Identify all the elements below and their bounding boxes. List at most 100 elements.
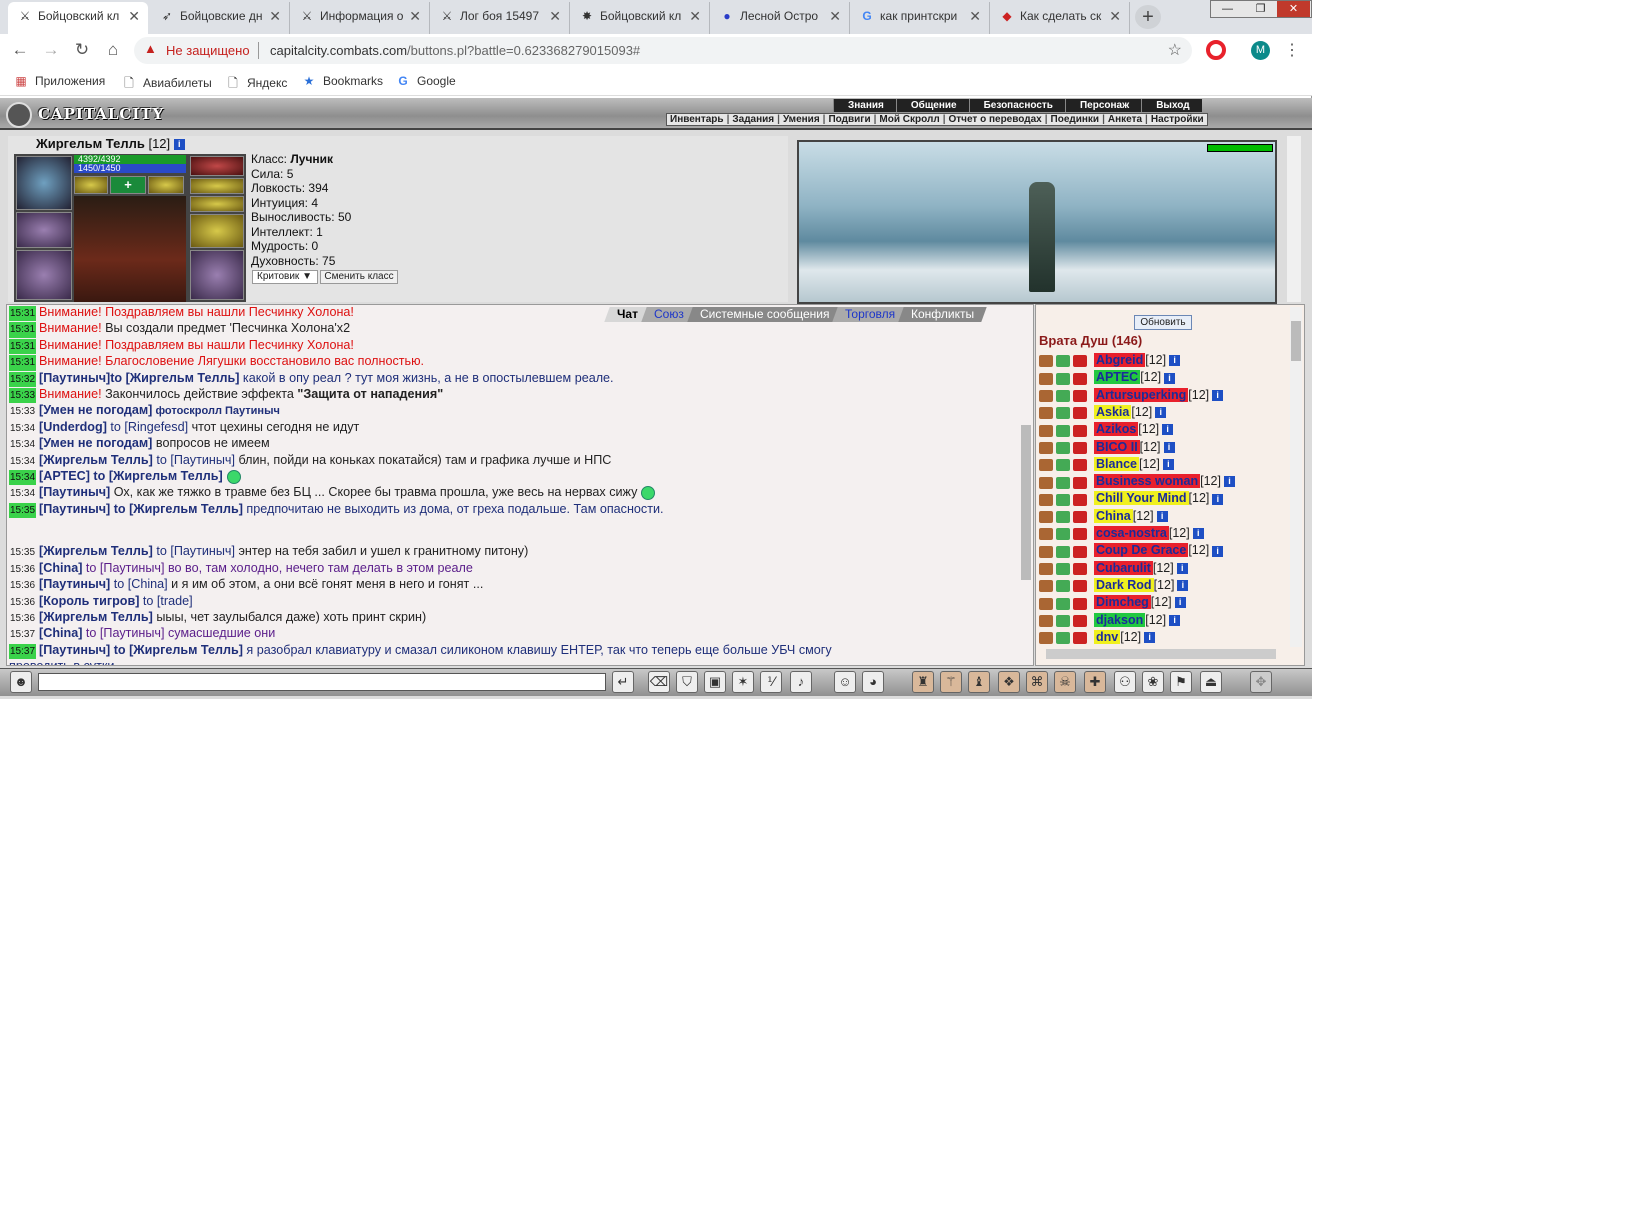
info-icon[interactable]: i xyxy=(1155,407,1167,419)
info-icon[interactable]: i xyxy=(1162,459,1174,470)
character-portrait[interactable] xyxy=(74,196,186,302)
timestamp[interactable]: 15:31 xyxy=(9,355,37,371)
tab-system[interactable]: Системные сообщения xyxy=(687,307,843,322)
reload-icon[interactable]: ↻ xyxy=(70,38,94,62)
submenu-item[interactable]: Умения xyxy=(780,114,823,125)
clan-icon[interactable] xyxy=(1073,614,1087,627)
clan-icon[interactable] xyxy=(1073,493,1087,506)
menu-item[interactable]: Безопасность xyxy=(968,99,1065,112)
horizontal-scrollbar[interactable] xyxy=(1046,649,1276,659)
info-icon[interactable]: i xyxy=(1212,545,1224,557)
sender-nick[interactable]: [Паутиныч] xyxy=(39,502,110,516)
online-scrollbar[interactable] xyxy=(1290,307,1302,647)
tab-6[interactable]: Gкак принтскри ✕ xyxy=(850,2,990,34)
player-name[interactable]: Dimcheg xyxy=(1094,595,1151,610)
clan-align-icon[interactable] xyxy=(1039,406,1094,420)
private-message-icon[interactable] xyxy=(1039,355,1053,368)
private-message-icon[interactable] xyxy=(1039,407,1053,420)
player-name[interactable]: Cubarulit xyxy=(1094,560,1153,575)
info-icon[interactable]: i xyxy=(1223,476,1235,488)
timestamp[interactable]: 15:31 xyxy=(9,306,37,322)
sender-nick[interactable]: [Умен не погодам] xyxy=(39,403,152,417)
char-name-text[interactable]: Жиргельм Телль xyxy=(36,136,145,151)
avatar[interactable]: M xyxy=(1251,41,1270,60)
recipient[interactable]: to [China] xyxy=(110,577,168,591)
info-icon[interactable]: i xyxy=(1212,389,1224,401)
info-icon[interactable]: i xyxy=(173,139,185,151)
bookmark-aviabilety[interactable]: 🗋 Авиабилеты xyxy=(122,74,212,95)
timestamp[interactable]: 15:31 xyxy=(9,322,37,338)
scroll-icon[interactable]: ⌘ xyxy=(1026,671,1048,693)
sender-nick[interactable]: [Король тигров] xyxy=(39,594,139,608)
player-name[interactable]: Azikos xyxy=(1094,422,1139,437)
chat-log[interactable]: 15:31 Внимание! Поздравляем вы нашли Песч… xyxy=(9,305,1015,665)
tab-2[interactable]: ⚔ Информация о ✕ xyxy=(290,2,430,34)
sender-nick[interactable]: [Жиргельм Телль] xyxy=(39,544,153,558)
scroll-thumb[interactable] xyxy=(1291,321,1301,361)
bookmark-bookmarks[interactable]: ★ Bookmarks xyxy=(302,74,383,88)
sender-nick[interactable]: [Жиргельм Телль] xyxy=(39,610,153,624)
clan-align-icon[interactable] xyxy=(1039,492,1094,506)
timestamp[interactable]: 15:34 xyxy=(9,454,36,469)
tab-conflicts[interactable]: Конфликты xyxy=(898,307,988,322)
glove-slot[interactable] xyxy=(16,212,72,248)
close-icon[interactable]: ✕ xyxy=(409,2,421,30)
clan-align-icon[interactable] xyxy=(1039,561,1094,575)
clan-icon[interactable] xyxy=(1073,563,1087,575)
info-icon[interactable]: i xyxy=(1177,580,1189,592)
player-name[interactable]: Coup De Grace xyxy=(1094,543,1189,558)
close-icon[interactable]: ✕ xyxy=(689,2,701,30)
security-label[interactable]: Не защищено xyxy=(166,43,250,58)
timestamp[interactable]: 15:31 xyxy=(9,338,37,355)
ring-slot[interactable] xyxy=(148,176,184,194)
address-bar[interactable]: ▲ Не защищено capitalcity.combats.com/bu… xyxy=(134,37,1192,64)
private-message-icon[interactable] xyxy=(1039,476,1053,489)
player-name[interactable]: Dark Rod xyxy=(1094,577,1154,592)
menu-item[interactable]: Общение xyxy=(895,99,969,112)
clan-align-icon[interactable] xyxy=(1039,354,1094,368)
info-icon[interactable]: i xyxy=(1169,614,1181,626)
close-icon[interactable]: ✕ xyxy=(1109,2,1121,30)
recipient[interactable]: to [Паутиныч] xyxy=(153,544,235,558)
player-name[interactable]: dnv xyxy=(1094,629,1121,644)
player-name[interactable]: Chill Your Mind xyxy=(1094,491,1189,506)
clan-align-icon[interactable] xyxy=(1039,475,1094,489)
bracer-slot[interactable] xyxy=(190,214,244,248)
player-name[interactable]: АРТЕС xyxy=(1094,370,1141,385)
clan-icon[interactable] xyxy=(1073,372,1087,385)
private-message-icon[interactable] xyxy=(1039,511,1053,524)
ring-slot[interactable] xyxy=(74,176,108,194)
sender-nick[interactable]: [China] xyxy=(39,561,82,575)
recipient[interactable]: to [Жиргельм Телль] xyxy=(110,643,243,657)
tab-1[interactable]: ➶ Бойцовские дн ✕ xyxy=(150,2,290,34)
private-message-icon[interactable] xyxy=(1039,580,1053,593)
change-class-button[interactable]: Сменить класс xyxy=(320,270,398,284)
menu-item[interactable]: Знания xyxy=(833,99,896,112)
recipient[interactable]: to [Ringefesd] xyxy=(107,420,188,434)
submenu-item[interactable]: Анкета xyxy=(1105,114,1145,125)
timestamp[interactable]: 15:34 xyxy=(9,421,36,436)
submenu-item[interactable]: Отчет о переводах xyxy=(946,114,1045,125)
clan-align-icon[interactable] xyxy=(1039,458,1094,472)
info-icon[interactable]: i xyxy=(1163,441,1175,453)
close-icon[interactable]: ✕ xyxy=(549,2,561,30)
clan-icon[interactable] xyxy=(1073,545,1087,558)
info-icon[interactable]: i xyxy=(1174,597,1186,609)
private-message-icon[interactable] xyxy=(1039,528,1053,541)
recipient[interactable]: to [trade] xyxy=(139,594,193,608)
submenu-item[interactable]: Подвиги xyxy=(825,114,873,125)
timestamp[interactable]: 15:36 xyxy=(9,611,36,626)
player-name[interactable]: China xyxy=(1094,508,1133,523)
close-icon[interactable]: ✕ xyxy=(269,2,281,30)
menu-item[interactable]: Персонаж xyxy=(1064,99,1141,112)
translit-icon[interactable]: ⅟ xyxy=(760,671,782,693)
submenu-item[interactable]: Настройки xyxy=(1148,114,1207,125)
clan-align-icon[interactable] xyxy=(1039,544,1094,558)
tab-0[interactable]: ⚔ Бойцовский кл ✕ xyxy=(8,2,148,34)
clan-icon[interactable] xyxy=(1073,459,1087,472)
flag-icon[interactable]: ⚑ xyxy=(1170,671,1192,693)
clan-align-icon[interactable] xyxy=(1039,596,1094,610)
info-icon[interactable]: i xyxy=(1176,562,1188,574)
cross-icon[interactable]: ✚ xyxy=(1084,671,1106,693)
back-icon[interactable]: ← xyxy=(8,38,32,62)
